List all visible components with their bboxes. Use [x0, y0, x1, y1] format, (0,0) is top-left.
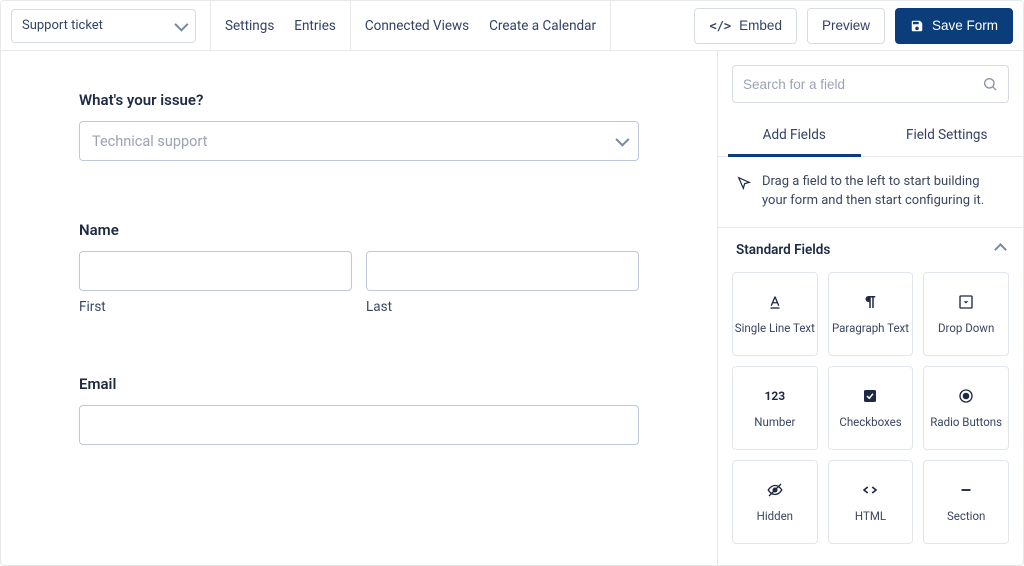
tab-field-settings-label: Field Settings [906, 127, 987, 143]
right-sidebar: Add Fields Field Settings Drag a field t… [717, 51, 1023, 565]
name-first-col: First [79, 251, 352, 315]
field-name-label: Name [79, 221, 639, 239]
sidebar-hint-text: Drag a field to the left to start buildi… [762, 173, 1005, 211]
tile-label: Hidden [757, 509, 793, 523]
cursor-icon [736, 175, 752, 191]
chevron-down-icon [615, 133, 629, 147]
tile-label: Paragraph Text [832, 321, 909, 335]
search-icon [982, 76, 998, 92]
sidebar-tabs: Add Fields Field Settings [718, 113, 1023, 157]
tile-html[interactable]: HTML [828, 460, 914, 544]
field-email[interactable]: Email [79, 375, 639, 445]
toolbar-divider [610, 1, 611, 51]
nav-create-calendar[interactable]: Create a Calendar [489, 18, 596, 34]
name-last-col: Last [366, 251, 639, 315]
tile-drop-down[interactable]: Drop Down [923, 272, 1009, 356]
field-search[interactable] [732, 65, 1009, 103]
checkbox-icon [861, 387, 879, 405]
standard-fields-header[interactable]: Standard Fields [718, 228, 1023, 268]
tile-radio-buttons[interactable]: Radio Buttons [923, 366, 1009, 450]
hidden-icon [766, 481, 784, 499]
nav-settings[interactable]: Settings [225, 18, 274, 34]
last-name-sublabel: Last [366, 299, 639, 315]
tab-field-settings[interactable]: Field Settings [871, 113, 1024, 156]
preview-button[interactable]: Preview [807, 8, 885, 44]
email-input[interactable] [79, 405, 639, 445]
save-form-button[interactable]: Save Form [895, 8, 1013, 44]
first-name-input[interactable] [79, 251, 352, 291]
tile-single-line-text[interactable]: Single Line Text [732, 272, 818, 356]
field-name[interactable]: Name First Last [79, 221, 639, 315]
app-root: Support ticket Settings Entries Connecte… [0, 0, 1024, 566]
tile-label: Number [754, 415, 795, 429]
last-name-input[interactable] [366, 251, 639, 291]
tile-label: Single Line Text [735, 321, 815, 335]
save-form-button-label: Save Form [932, 18, 998, 33]
field-issue[interactable]: What's your issue? Technical support [79, 91, 639, 161]
text-icon [766, 293, 784, 311]
tab-add-fields[interactable]: Add Fields [718, 113, 871, 156]
chevron-down-icon [174, 17, 188, 31]
toolbar-link-group-primary: Settings Entries [225, 18, 336, 34]
toolbar-link-group-secondary: Connected Views Create a Calendar [365, 18, 596, 34]
form-selector-dropdown[interactable]: Support ticket [11, 9, 196, 43]
toolbar-divider [210, 1, 211, 51]
standard-fields-title: Standard Fields [736, 242, 830, 258]
tile-label: Checkboxes [839, 415, 901, 429]
tab-add-fields-label: Add Fields [763, 127, 826, 143]
tile-checkboxes[interactable]: Checkboxes [828, 366, 914, 450]
first-name-sublabel: First [79, 299, 352, 315]
chevron-up-icon [994, 243, 1007, 256]
field-email-label: Email [79, 375, 639, 393]
form-selector-label: Support ticket [22, 18, 103, 33]
sidebar-hint: Drag a field to the left to start buildi… [718, 157, 1023, 228]
preview-button-label: Preview [822, 18, 870, 33]
field-issue-label: What's your issue? [79, 91, 639, 109]
embed-button[interactable]: </> Embed [694, 8, 796, 44]
form-canvas: What's your issue? Technical support Nam… [1, 51, 717, 565]
name-row: First Last [79, 251, 639, 315]
nav-entries[interactable]: Entries [294, 18, 336, 34]
tile-label: Section [947, 509, 985, 523]
paragraph-icon [861, 293, 879, 311]
standard-fields-grid: Single Line Text Paragraph Text Drop Dow… [718, 268, 1023, 558]
tile-label: Drop Down [938, 321, 994, 335]
embed-icon: </> [709, 19, 731, 33]
dropdown-icon [957, 293, 975, 311]
main-area: What's your issue? Technical support Nam… [1, 51, 1023, 565]
html-icon [861, 481, 879, 499]
radio-icon [957, 387, 975, 405]
tile-label: Radio Buttons [930, 415, 1002, 429]
tile-number[interactable]: 123 Number [732, 366, 818, 450]
nav-connected-views[interactable]: Connected Views [365, 18, 469, 34]
toolbar-divider [350, 1, 351, 51]
section-icon [957, 481, 975, 499]
tile-label: HTML [855, 509, 886, 523]
field-search-input[interactable] [743, 77, 982, 92]
number-icon: 123 [766, 387, 784, 405]
field-issue-placeholder: Technical support [92, 133, 207, 150]
field-issue-select[interactable]: Technical support [79, 121, 639, 161]
tile-hidden[interactable]: Hidden [732, 460, 818, 544]
save-icon [910, 19, 924, 33]
tile-paragraph-text[interactable]: Paragraph Text [828, 272, 914, 356]
tile-section[interactable]: Section [923, 460, 1009, 544]
embed-button-label: Embed [739, 18, 782, 33]
top-toolbar: Support ticket Settings Entries Connecte… [1, 1, 1023, 51]
search-wrap [718, 51, 1023, 113]
